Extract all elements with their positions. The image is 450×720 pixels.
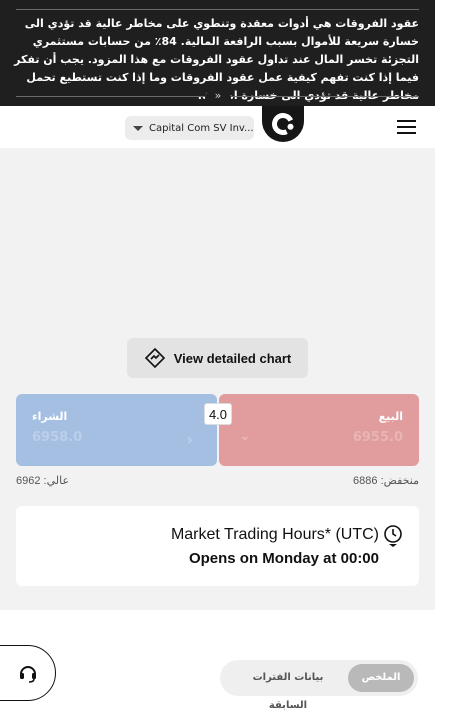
market-hours-card[interactable]: Market Trading Hours* (UTC) Opens on Mon…	[16, 506, 419, 586]
sell-label: البيع	[378, 410, 403, 423]
banner-divider-top	[16, 9, 419, 10]
range-low: منخفض: 6886	[353, 475, 419, 487]
chevron-down-icon	[133, 125, 143, 131]
support-button[interactable]	[0, 645, 56, 701]
buy-price: 6958.0	[32, 430, 83, 445]
range-high: عالي: 6962	[16, 475, 70, 487]
sell-button[interactable]: البيع 6955.0 ⌄	[219, 394, 419, 466]
header: Capital Com SV Inv...	[0, 106, 435, 148]
overview-tabs: الملخص بيانات الفترات السابقة	[220, 660, 418, 711]
chevron-down-icon: ⌄	[239, 428, 251, 444]
chart-diamond-icon	[144, 347, 165, 369]
headset-icon	[20, 666, 36, 683]
chevron-right-icon: ›	[186, 430, 193, 449]
entity-selector-label: Capital Com SV Inv...	[149, 122, 254, 134]
sell-price: 6955.0	[352, 430, 403, 445]
tab-summary[interactable]: الملخص	[348, 664, 414, 692]
view-detailed-chart-label: View detailed chart	[173, 350, 292, 366]
market-hours-title: Market Trading Hours* (UTC)	[170, 526, 379, 543]
risk-warning-banner: عقود الفروقات هي أدوات معقدة وتنطوي على …	[0, 0, 435, 106]
buy-label: الشراء	[32, 410, 68, 423]
clock-icon	[384, 525, 402, 547]
buy-button[interactable]: الشراء 6958.0 ›	[16, 394, 217, 466]
tab-historical-data[interactable]: بيانات الفترات السابقة	[232, 664, 344, 711]
hamburger-menu-icon[interactable]	[397, 120, 416, 134]
banner-collapse-toggle[interactable]: »	[205, 86, 231, 106]
market-hours-status: Opens on Monday at 00:00	[188, 550, 379, 567]
view-detailed-chart-button[interactable]: View detailed chart	[127, 338, 308, 378]
spread-badge: 4.0	[204, 403, 232, 425]
logo-mark-icon	[268, 109, 298, 139]
chart-area: View detailed chart الشراء 6958.0 › البي…	[0, 148, 435, 610]
entity-selector[interactable]: Capital Com SV Inv...	[125, 116, 254, 140]
